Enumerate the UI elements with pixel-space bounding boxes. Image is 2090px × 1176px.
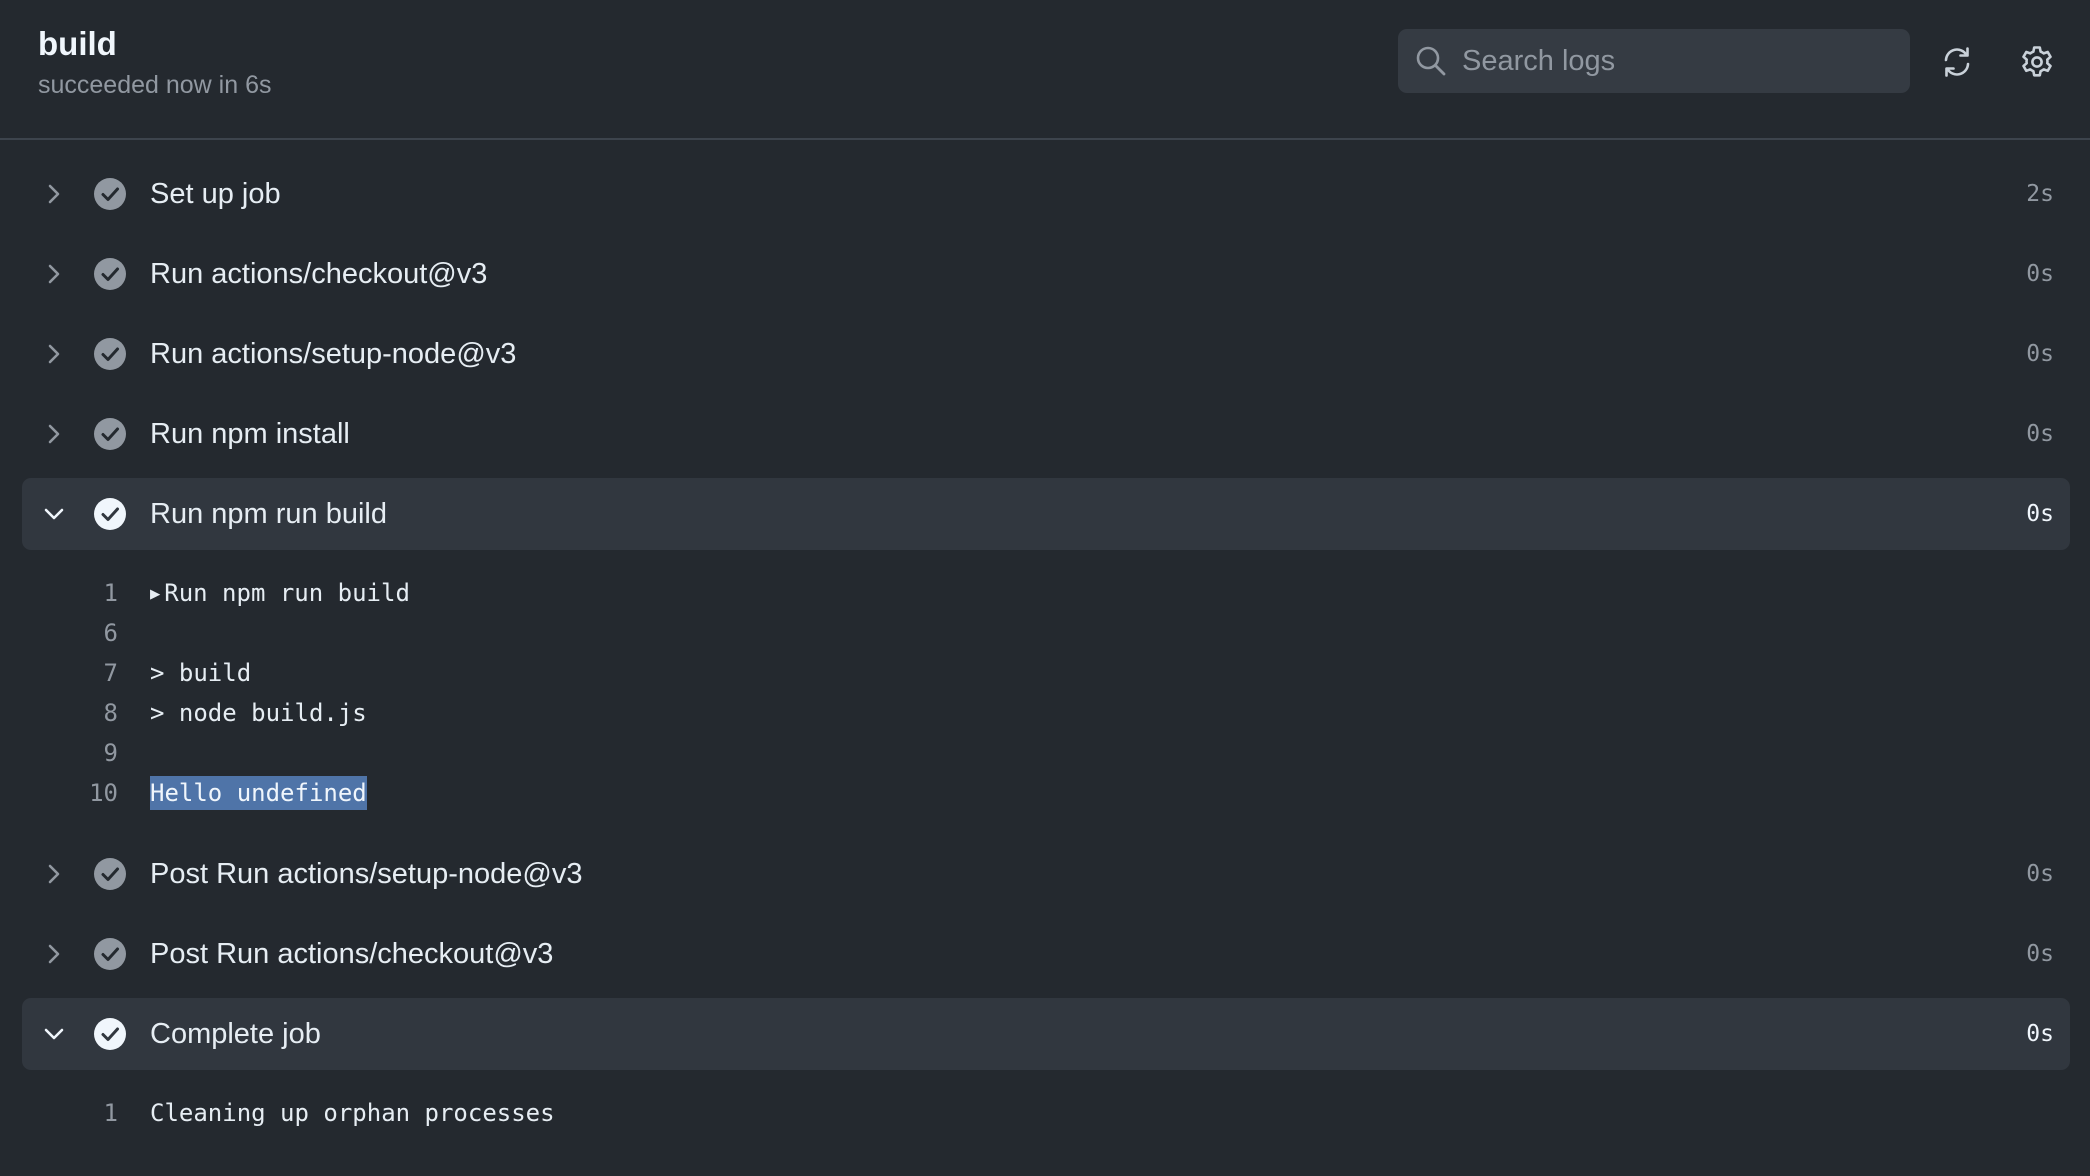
chevron-right-icon xyxy=(48,424,60,444)
step-row-npm-run-build[interactable]: Run npm run build 0s xyxy=(22,478,2070,550)
check-circle-icon xyxy=(94,858,126,890)
step-name: Post Run actions/checkout@v3 xyxy=(150,938,554,970)
step-duration: 0s xyxy=(2026,341,2054,367)
step-row-checkout[interactable]: Run actions/checkout@v3 0s xyxy=(22,238,2070,310)
step-row-post-checkout[interactable]: Post Run actions/checkout@v3 0s xyxy=(22,918,2070,990)
check-circle-icon xyxy=(94,938,126,970)
step-duration: 0s xyxy=(2026,861,2054,887)
check-circle-icon xyxy=(94,178,126,210)
chevron-right-icon xyxy=(48,944,60,964)
log-line: 10 Hello undefined xyxy=(0,773,2090,813)
step-name: Run npm run build xyxy=(150,498,387,530)
chevron-down-icon xyxy=(44,508,64,520)
step-duration: 0s xyxy=(2026,421,2054,447)
log-text: > build xyxy=(150,659,252,687)
gear-icon xyxy=(2022,46,2052,77)
job-header: build succeeded now in 6s xyxy=(0,0,2090,140)
line-number[interactable]: 1 xyxy=(60,573,118,613)
chevron-right-icon xyxy=(48,264,60,284)
text-selection: Hello undefined xyxy=(150,776,367,810)
step-row-setup-node[interactable]: Run actions/setup-node@v3 0s xyxy=(22,318,2070,390)
line-number[interactable]: 10 xyxy=(60,773,118,813)
search-logs-box[interactable] xyxy=(1398,29,1910,93)
log-line: 9 xyxy=(0,733,2090,773)
log-text: Cleaning up orphan processes xyxy=(150,1099,555,1127)
refresh-button[interactable] xyxy=(1937,42,1977,82)
log-text: > node build.js xyxy=(150,699,367,727)
step-row-set-up-job[interactable]: Set up job 2s xyxy=(22,158,2070,230)
workflow-log-viewer: build succeeded now in 6s Search logs Se… xyxy=(0,0,2090,1176)
log-line: 1 ▶ Run npm run build xyxy=(0,573,2090,613)
step-name: Run npm install xyxy=(150,418,350,450)
refresh-icon xyxy=(1944,47,1970,77)
job-status: succeeded now in 6s xyxy=(38,71,272,99)
caret-right-icon: ▶ xyxy=(150,584,161,604)
step-name: Run actions/setup-node@v3 xyxy=(150,338,517,370)
log-line: 8 > node build.js xyxy=(0,693,2090,733)
step-duration: 0s xyxy=(2026,941,2054,967)
log-line: 7 > build xyxy=(0,653,2090,693)
log-text-selected: Hello undefined xyxy=(150,773,367,813)
step-name: Set up job xyxy=(150,178,281,210)
line-number[interactable]: 7 xyxy=(60,653,118,693)
search-icon xyxy=(1416,46,1446,76)
step-duration: 0s xyxy=(2026,261,2054,287)
line-number[interactable]: 8 xyxy=(60,693,118,733)
log-text: Run npm run build xyxy=(164,579,410,607)
chevron-right-icon xyxy=(48,184,60,204)
check-circle-icon xyxy=(94,1018,126,1050)
chevron-down-icon xyxy=(44,1028,64,1040)
step-name: Post Run actions/setup-node@v3 xyxy=(150,858,583,890)
step-row-complete-job[interactable]: Complete job 0s xyxy=(22,998,2070,1070)
step-duration: 0s xyxy=(2026,1021,2054,1047)
line-number[interactable]: 1 xyxy=(60,1093,118,1133)
log-line: 1 Cleaning up orphan processes xyxy=(0,1093,2090,1133)
job-title: build xyxy=(38,25,117,62)
check-circle-icon xyxy=(94,338,126,370)
step-name: Run actions/checkout@v3 xyxy=(150,258,488,290)
log-line: 6 xyxy=(0,613,2090,653)
chevron-right-icon xyxy=(48,344,60,364)
log-group-toggle[interactable]: ▶ Run npm run build xyxy=(150,573,410,614)
step-duration: 0s xyxy=(2026,501,2054,527)
check-circle-icon xyxy=(94,418,126,450)
search-logs-input[interactable] xyxy=(1462,29,1892,93)
line-number[interactable]: 6 xyxy=(60,613,118,653)
chevron-right-icon xyxy=(48,864,60,884)
settings-button[interactable] xyxy=(2017,42,2057,82)
check-circle-icon xyxy=(94,258,126,290)
line-number[interactable]: 9 xyxy=(60,733,118,773)
step-duration: 2s xyxy=(2026,181,2054,207)
step-row-post-setup-node[interactable]: Post Run actions/setup-node@v3 0s xyxy=(22,838,2070,910)
step-row-npm-install[interactable]: Run npm install 0s xyxy=(22,398,2070,470)
step-name: Complete job xyxy=(150,1018,321,1050)
check-circle-icon xyxy=(94,498,126,530)
